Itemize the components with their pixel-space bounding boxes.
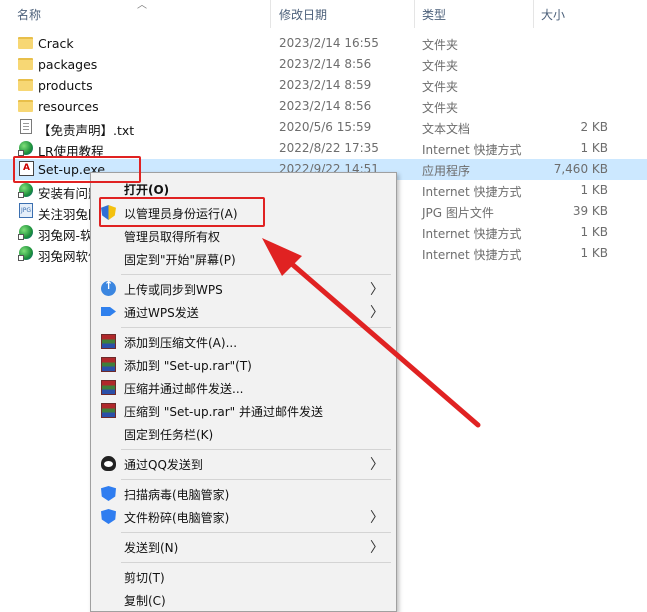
annotation-arrow-icon xyxy=(262,238,481,428)
